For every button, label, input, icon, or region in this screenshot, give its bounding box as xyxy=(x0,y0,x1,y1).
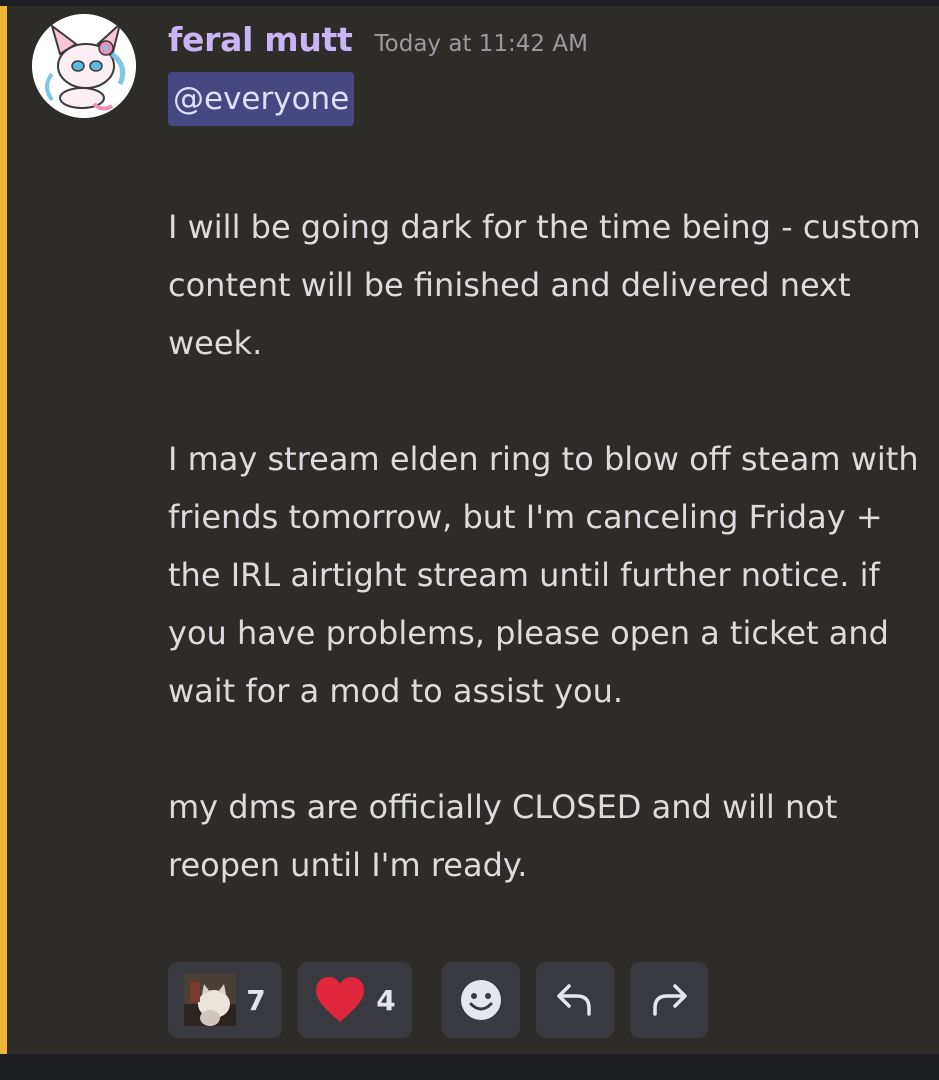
avatar[interactable] xyxy=(32,14,136,118)
forward-button[interactable] xyxy=(630,962,708,1038)
add-reaction-icon xyxy=(461,980,501,1020)
bottom-divider xyxy=(0,1054,939,1080)
reaction-heart[interactable]: 4 xyxy=(298,962,412,1038)
sylveon-avatar-icon xyxy=(32,14,136,118)
username[interactable]: feral mutt xyxy=(168,20,353,59)
reaction-bar: 7 4 xyxy=(168,962,708,1038)
reaction-count: 7 xyxy=(246,983,266,1017)
reaction-count: 4 xyxy=(376,983,396,1017)
mention-highlight-bar xyxy=(0,6,7,1054)
everyone-mention[interactable]: @everyone xyxy=(168,72,355,126)
chat-message: feral mutt Today at 11:42 AM @everyone I… xyxy=(0,6,939,1054)
reply-icon xyxy=(557,984,591,1016)
heart-emoji-icon xyxy=(316,977,365,1022)
add-reaction-button[interactable] xyxy=(442,962,520,1038)
message-header: feral mutt Today at 11:42 AM xyxy=(168,20,588,66)
cat-emoji-icon xyxy=(184,974,237,1026)
reply-button[interactable] xyxy=(536,962,614,1038)
reaction-cat[interactable]: 7 xyxy=(168,962,282,1038)
timestamp: Today at 11:42 AM xyxy=(374,31,588,57)
message-body: I will be going dark for the time being … xyxy=(168,208,921,884)
forward-icon xyxy=(653,984,687,1016)
